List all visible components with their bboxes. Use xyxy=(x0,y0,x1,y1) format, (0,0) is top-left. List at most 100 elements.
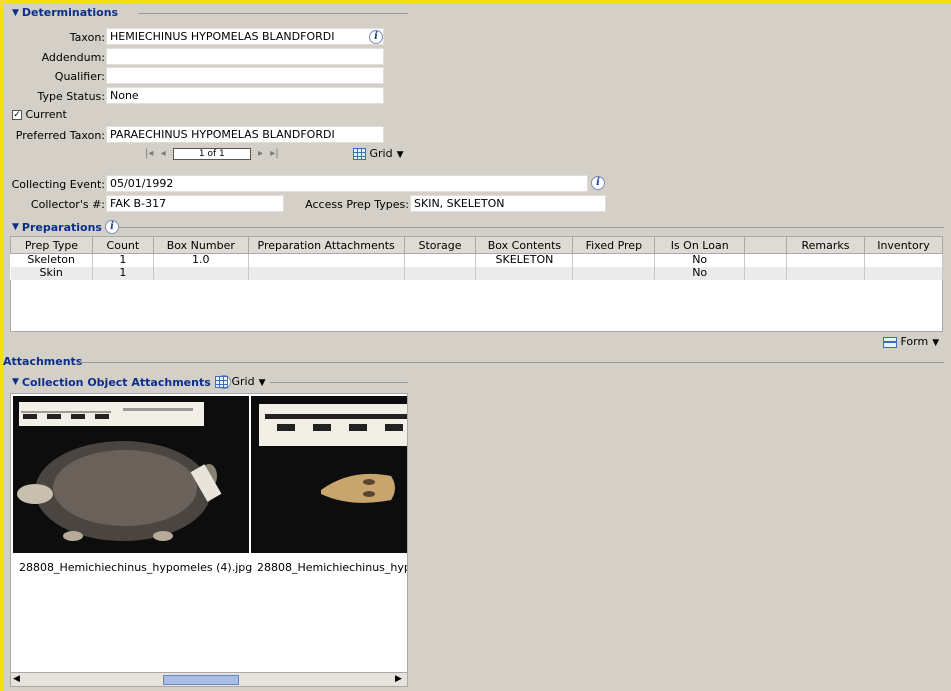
chevron-down-icon: ▼ xyxy=(932,338,940,348)
attachments-view-toggle[interactable]: Grid ▼ xyxy=(215,375,266,388)
last-icon[interactable]: ▸| xyxy=(270,148,278,159)
table-row[interactable]: Skeleton 1 1.0 SKELETON No xyxy=(10,253,944,267)
table-cell[interactable] xyxy=(864,266,944,280)
table-cell[interactable]: 1 xyxy=(92,266,154,280)
table-row[interactable]: Skin 1 No xyxy=(10,266,944,280)
column-header[interactable]: Inventory xyxy=(863,236,944,254)
column-header[interactable]: Count xyxy=(91,236,154,254)
collectors-number-field[interactable]: FAK B-317 xyxy=(106,195,284,212)
triangle-down-icon[interactable]: ▼ xyxy=(12,377,19,387)
table-cell[interactable] xyxy=(153,266,249,280)
column-header[interactable]: Storage xyxy=(403,236,477,254)
addendum-label: Addendum: xyxy=(41,51,105,64)
record-navigator: |◂ ◂ 1 of 1 ▸ ▸| xyxy=(145,148,279,160)
form-label: Form xyxy=(900,335,929,348)
collecting-event-field[interactable]: 05/01/1992 xyxy=(106,175,588,192)
attachment-thumbnail[interactable] xyxy=(251,396,407,553)
horizontal-scrollbar[interactable]: ◀ ▶ xyxy=(11,672,407,686)
attachments-subtitle: Collection Object Attachments xyxy=(21,375,211,389)
table-cell[interactable] xyxy=(248,266,405,280)
column-header[interactable]: Remarks xyxy=(786,236,865,254)
column-header[interactable]: Is On Loan xyxy=(654,236,746,254)
column-header[interactable]: Box Number xyxy=(152,236,249,254)
collectors-number-label: Collector's #: xyxy=(30,198,105,211)
table-header-row: Prep Type Count Box Number Preparation A… xyxy=(10,236,944,254)
table-cell[interactable] xyxy=(786,266,865,280)
table-cell[interactable]: 1.0 xyxy=(153,253,249,267)
current-label: Current xyxy=(25,108,67,121)
scroll-left-icon[interactable]: ◀ xyxy=(13,674,20,684)
table-cell[interactable] xyxy=(572,253,656,267)
attachments-title: Attachments xyxy=(3,355,83,368)
info-icon[interactable]: i xyxy=(104,220,119,234)
chevron-down-icon: ▼ xyxy=(396,150,404,160)
view-mode-label: Grid xyxy=(231,375,255,388)
divider xyxy=(270,382,408,383)
attachment-filename[interactable]: 28808_Hemichiechinus_hypomeles xyxy=(257,561,407,574)
scroll-right-icon[interactable]: ▶ xyxy=(395,674,402,684)
table-cell[interactable]: No xyxy=(654,266,746,280)
collecting-event-label: Collecting Event: xyxy=(11,178,105,191)
table-cell[interactable] xyxy=(744,253,788,267)
preparations-table: Prep Type Count Box Number Preparation A… xyxy=(10,236,944,280)
column-header[interactable]: Preparation Attachments xyxy=(247,236,405,254)
table-cell[interactable]: Skeleton xyxy=(10,253,93,267)
divider xyxy=(118,227,944,228)
table-cell[interactable] xyxy=(744,266,788,280)
specimen-skin-image xyxy=(13,396,249,553)
table-cell[interactable] xyxy=(864,253,944,267)
info-icon[interactable]: i xyxy=(369,30,383,44)
view-mode-label: Grid xyxy=(369,147,393,160)
access-prep-types-label: Access Prep Types: xyxy=(305,198,409,211)
table-cell[interactable]: Skin xyxy=(10,266,93,280)
table-cell[interactable] xyxy=(248,253,405,267)
divider xyxy=(138,13,408,14)
preparations-header[interactable]: ▼ Preparations i xyxy=(12,220,119,234)
form-icon xyxy=(883,336,897,348)
taxon-label: Taxon: xyxy=(69,31,105,44)
chevron-down-icon: ▼ xyxy=(258,378,266,388)
scrollbar-thumb[interactable] xyxy=(163,675,239,685)
table-cell[interactable] xyxy=(404,266,477,280)
table-cell[interactable]: 1 xyxy=(92,253,154,267)
preferred-taxon-field[interactable]: PARAECHINUS HYPOMELAS BLANDFORDI xyxy=(106,126,384,143)
column-header[interactable]: Box Contents xyxy=(475,236,574,254)
type-status-field[interactable]: None xyxy=(106,87,384,104)
addendum-field[interactable] xyxy=(106,48,384,65)
table-cell[interactable] xyxy=(572,266,656,280)
record-position: 1 of 1 xyxy=(172,148,251,160)
column-header[interactable]: Prep Type xyxy=(10,236,93,254)
info-icon[interactable]: i xyxy=(591,176,605,190)
attachment-thumbnail[interactable] xyxy=(13,396,249,553)
determinations-view-toggle[interactable]: Grid ▼ xyxy=(353,147,404,160)
access-prep-types-field[interactable]: SKIN, SKELETON xyxy=(410,195,606,212)
taxon-field[interactable]: HEMIECHINUS HYPOMELAS BLANDFORDI xyxy=(106,28,384,45)
attachment-filename[interactable]: 28808_Hemichiechinus_hypomeles (4).jpg xyxy=(19,561,252,574)
table-cell[interactable] xyxy=(786,253,865,267)
qualifier-field[interactable] xyxy=(106,67,384,84)
preparations-view-toggle[interactable]: Form ▼ xyxy=(883,335,939,348)
grid-icon xyxy=(353,148,366,160)
preparations-title: Preparations xyxy=(21,220,102,234)
attachments-panel[interactable]: 28808_Hemichiechinus_hypomeles (4).jpg 2… xyxy=(10,393,408,687)
divider xyxy=(80,362,944,363)
table-cell[interactable]: SKELETON xyxy=(475,253,574,267)
prev-icon[interactable]: ◂ xyxy=(161,148,166,159)
qualifier-label: Qualifier: xyxy=(54,70,105,83)
column-header[interactable] xyxy=(744,236,788,254)
table-cell[interactable]: No xyxy=(654,253,746,267)
triangle-down-icon[interactable]: ▼ xyxy=(12,8,19,18)
next-icon[interactable]: ▸ xyxy=(258,148,263,159)
first-icon[interactable]: |◂ xyxy=(145,148,153,159)
column-header[interactable]: Fixed Prep xyxy=(572,236,656,254)
table-cell[interactable] xyxy=(404,253,477,267)
table-cell[interactable] xyxy=(475,266,574,280)
type-status-label: Type Status: xyxy=(37,90,105,103)
triangle-down-icon[interactable]: ▼ xyxy=(12,222,19,232)
determinations-header[interactable]: ▼ Determinations xyxy=(12,6,118,19)
collection-object-attachments-header[interactable]: ▼ Collection Object Attachments i xyxy=(12,375,231,389)
checkbox-checked-icon[interactable]: ✓ xyxy=(12,110,22,120)
grid-icon xyxy=(215,376,228,388)
determinations-title: Determinations xyxy=(21,6,119,19)
current-checkbox[interactable]: ✓ Current xyxy=(12,108,67,121)
